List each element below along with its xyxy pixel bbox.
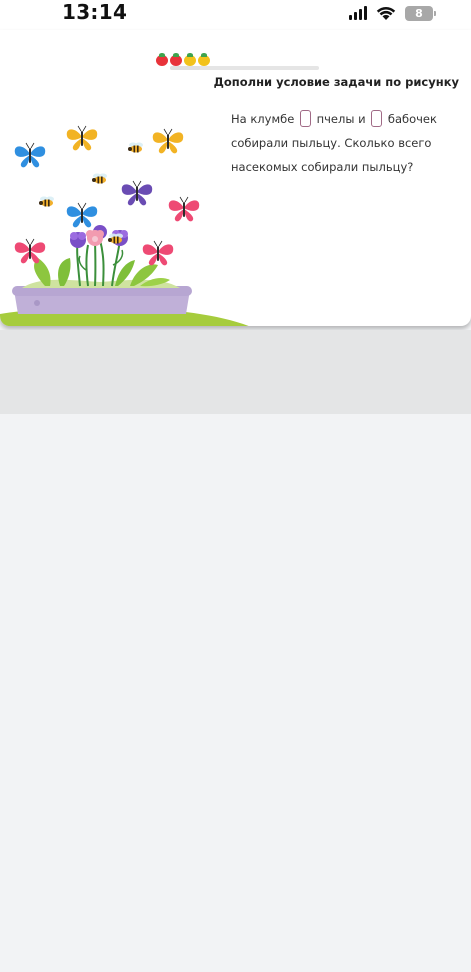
progress-fruit-icon [183,53,197,67]
butterflies-count-blank[interactable] [371,110,383,127]
task-title: Дополни условие задачи по рисунку [213,75,459,89]
battery-level: 8 [415,6,423,20]
progress-fruit-icon [197,53,211,67]
task-text-part-2: пчелы и [316,112,366,126]
bees-count-blank[interactable] [299,110,311,127]
flowerbed-illustration [0,125,249,326]
status-time: 13:14 [62,0,128,24]
status-bar: 13:14 8 [0,0,471,30]
task-card: Дополни условие задачи по рисунку На клу… [0,30,471,326]
task-text: На клумбе пчелы и бабочек собирали пыльц… [231,107,463,179]
wifi-icon [376,6,396,20]
progress-fruit-icon [169,53,183,67]
cellular-signal-icon [349,6,367,20]
gray-band [0,330,471,414]
status-icons: 8 [349,4,436,22]
progress-fruits [155,53,211,67]
battery-icon: 8 [405,5,436,21]
progress-fruit-icon [155,53,169,67]
